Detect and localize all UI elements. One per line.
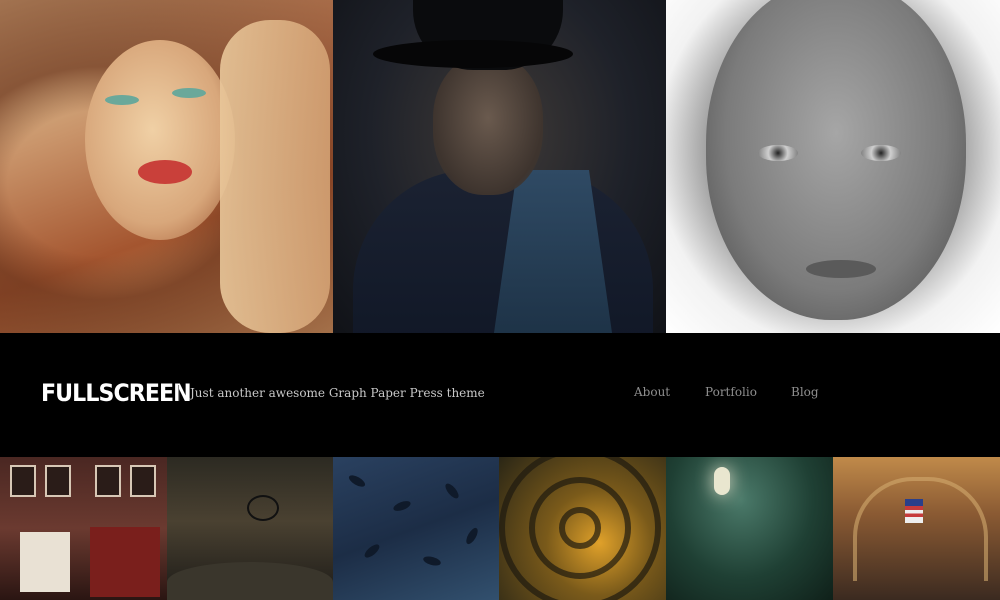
image-detail: [443, 481, 461, 501]
top-gallery-row: [0, 0, 1000, 333]
image-detail: [90, 527, 160, 597]
image-detail: [499, 457, 661, 600]
image-detail: [130, 465, 156, 497]
logo-divider: [178, 385, 179, 401]
image-detail: [85, 40, 235, 240]
image-detail: [95, 465, 121, 497]
image-detail: [347, 473, 367, 489]
image-detail: [105, 95, 139, 105]
site-tagline: Just another awesome Graph Paper Press t…: [190, 386, 485, 400]
image-detail: [20, 532, 70, 592]
gallery-image-portrait-freckled-woman[interactable]: [666, 0, 1000, 333]
gallery-image-portrait-man-hat[interactable]: [333, 0, 666, 333]
image-detail: [714, 467, 730, 495]
gallery-thumb-street-buildings[interactable]: [0, 457, 167, 600]
image-detail: [853, 477, 988, 581]
bottom-gallery-row: [0, 457, 1000, 600]
image-detail: [362, 542, 382, 560]
nav-link-portfolio[interactable]: Portfolio: [705, 384, 757, 400]
image-detail: [220, 20, 330, 333]
image-detail: [422, 554, 442, 568]
gallery-thumb-grand-central-terminal[interactable]: [833, 457, 1000, 600]
image-detail: [138, 160, 192, 184]
image-detail: [167, 562, 333, 600]
image-detail: [373, 40, 573, 68]
image-detail: [905, 499, 923, 523]
image-detail: [10, 465, 36, 497]
nav-link-blog[interactable]: Blog: [791, 384, 819, 400]
image-detail: [758, 145, 798, 161]
nav-link-about[interactable]: About: [634, 384, 670, 400]
image-detail: [45, 465, 71, 497]
image-detail: [172, 88, 206, 98]
gallery-thumb-yellow-tunnel[interactable]: [499, 457, 666, 600]
image-detail: [433, 55, 543, 195]
image-detail: [806, 260, 876, 278]
image-detail: [464, 526, 480, 546]
image-detail: [247, 495, 279, 521]
gallery-thumb-green-room-lightbulb[interactable]: [666, 457, 833, 600]
gallery-thumb-blue-texture[interactable]: [333, 457, 499, 600]
gallery-image-portrait-redhead[interactable]: [0, 0, 333, 333]
gallery-thumb-bmx-rider[interactable]: [167, 457, 333, 600]
image-detail: [392, 499, 412, 513]
image-detail: [861, 145, 901, 161]
site-logo[interactable]: FULLSCREEN: [41, 378, 192, 408]
